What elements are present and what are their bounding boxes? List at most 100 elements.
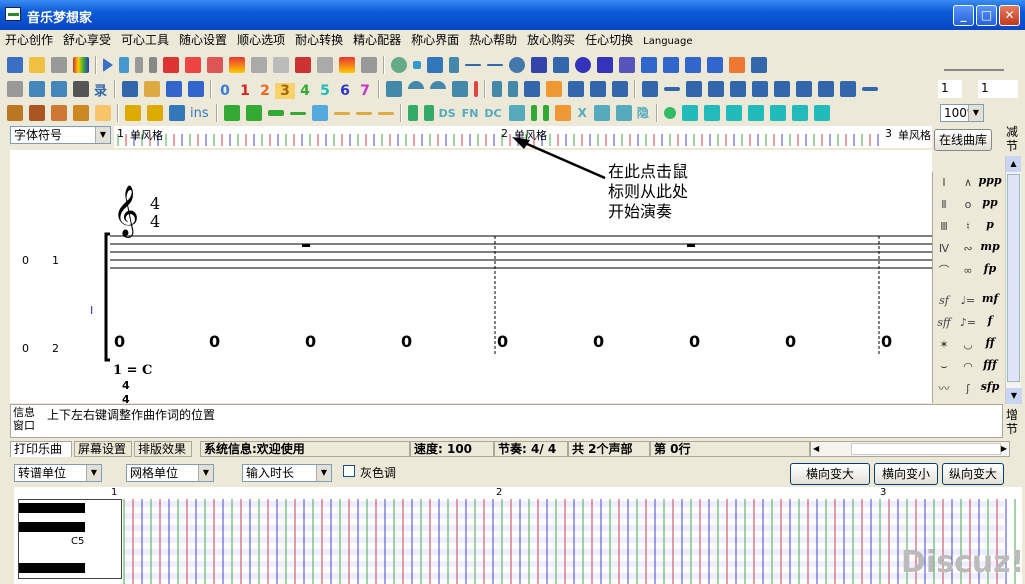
marker-icon[interactable] <box>251 57 267 73</box>
dash-orange3-icon[interactable] <box>377 112 394 115</box>
note-up-icon[interactable] <box>524 81 541 97</box>
teal-note2-icon[interactable] <box>703 105 720 121</box>
tremolo-icon[interactable]: ♮ <box>957 216 979 238</box>
tab-layout[interactable]: 排版效果 <box>134 441 192 457</box>
asterisk-icon[interactable] <box>95 105 111 121</box>
note-b-icon[interactable] <box>708 81 725 97</box>
input-length-select[interactable]: 输入时长 ▼ <box>242 464 332 482</box>
menu-item-create[interactable]: 开心创作 <box>0 30 58 50</box>
slur-small-icon[interactable]: ◡ <box>957 334 979 356</box>
h-shrink-button[interactable]: 横向变小 <box>874 463 938 485</box>
notes-icon[interactable] <box>166 81 183 97</box>
link-icon[interactable] <box>575 57 591 73</box>
cursor-icon[interactable] <box>7 81 23 97</box>
scroll-up-arrow[interactable]: ▲ <box>1006 156 1021 172</box>
double-bar-icon[interactable] <box>492 81 503 97</box>
flat-icon[interactable] <box>590 81 607 97</box>
font-symbol-select[interactable]: 字体符号 ▼ <box>10 126 111 144</box>
scroll-down-arrow[interactable]: ▼ <box>1006 388 1022 404</box>
dash-icon[interactable] <box>465 64 481 66</box>
percent2-icon[interactable] <box>554 105 571 121</box>
lyrics-icon[interactable] <box>122 81 139 97</box>
percent-icon[interactable] <box>546 81 563 97</box>
arc-icon[interactable] <box>391 57 407 73</box>
fermata-icon[interactable] <box>452 81 469 97</box>
teal-note3-icon[interactable] <box>725 105 742 121</box>
black-key[interactable] <box>19 563 85 573</box>
play-icon[interactable] <box>103 58 113 72</box>
record-button[interactable]: 录 <box>94 80 107 99</box>
teal-note6-icon[interactable] <box>791 105 808 121</box>
note-d-icon[interactable] <box>752 81 769 97</box>
teal-note-icon[interactable] <box>681 105 698 121</box>
chord-icon[interactable] <box>707 57 723 73</box>
cross-icon[interactable]: ✶ <box>933 334 955 356</box>
tab-screen-settings[interactable]: 屏幕设置 <box>74 441 132 457</box>
num-2[interactable]: 2 <box>255 83 275 99</box>
color-mark-icon[interactable] <box>229 57 245 73</box>
ds-button[interactable]: DS <box>439 107 456 120</box>
slur-icon[interactable] <box>408 81 425 89</box>
line-icon[interactable] <box>487 64 503 66</box>
wave-icon[interactable]: 〰 <box>933 378 955 400</box>
note-h-icon[interactable] <box>840 81 857 97</box>
mordent-icon[interactable]: ⌣ <box>933 356 955 378</box>
close-button[interactable]: ✕ <box>999 5 1020 26</box>
turn-icon[interactable]: ∾ <box>957 238 979 260</box>
menu-item-settings[interactable]: 随心设置 <box>174 30 232 50</box>
note-f-icon[interactable] <box>796 81 813 97</box>
marcato-icon[interactable]: ∧ <box>957 172 979 194</box>
crosshair-icon[interactable] <box>509 57 525 73</box>
h-expand-button[interactable]: 横向变大 <box>790 463 870 485</box>
roman-2-button[interactable]: Ⅱ <box>933 194 955 216</box>
beam-note-icon[interactable] <box>663 57 679 73</box>
num-3[interactable]: 3 <box>275 83 296 99</box>
num-123-icon[interactable] <box>311 105 328 121</box>
menu-item-enjoy[interactable]: 舒心享受 <box>58 30 116 50</box>
x-button[interactable]: X <box>578 106 587 120</box>
save-icon[interactable] <box>7 57 23 73</box>
quarter-note-icon[interactable] <box>642 81 659 97</box>
drum-icon[interactable] <box>7 105 23 121</box>
double-bar2-icon[interactable] <box>508 81 519 97</box>
dot-icon[interactable] <box>413 61 421 69</box>
num-1[interactable]: 1 <box>235 83 255 99</box>
step-icon[interactable] <box>119 57 129 73</box>
note-a-icon[interactable] <box>686 81 703 97</box>
num-4[interactable]: 4 <box>295 83 315 99</box>
upload-icon[interactable] <box>729 57 745 73</box>
pencil-icon[interactable] <box>144 81 161 97</box>
breath-icon[interactable]: ʃ <box>957 378 979 400</box>
v-expand-button[interactable]: 纵向变大 <box>942 463 1004 485</box>
text-a-icon[interactable] <box>531 57 547 73</box>
piano-roll[interactable]: 1 2 3 C5 Discuz! <box>14 487 1024 584</box>
scroll-left-arrow[interactable]: ◀ <box>813 442 819 456</box>
guitar-icon[interactable] <box>51 105 67 121</box>
move-icon[interactable] <box>29 81 45 97</box>
natural-icon[interactable] <box>612 81 629 97</box>
palette-icon[interactable] <box>73 57 89 73</box>
double-note-icon[interactable] <box>685 57 701 73</box>
spin-field-1[interactable]: 1 <box>938 80 962 98</box>
print-icon[interactable] <box>51 57 67 73</box>
bar-green-icon[interactable] <box>530 105 537 121</box>
green-dash-icon[interactable] <box>289 112 306 115</box>
menu-item-language[interactable]: Language <box>638 32 697 52</box>
chevron-down-icon[interactable] <box>449 57 459 73</box>
erase-icon[interactable] <box>207 57 223 73</box>
horizontal-scrollbar[interactable]: ◀ ▶ <box>810 441 1010 457</box>
increase-measure-button[interactable]: 增节 <box>1003 408 1021 436</box>
arrow-right-icon[interactable] <box>147 105 163 121</box>
h-scroll-thumb[interactable] <box>851 443 1001 455</box>
menu-item-options[interactable]: 顺心选项 <box>232 30 290 50</box>
slur2-icon[interactable] <box>430 81 447 89</box>
teal-note4-icon[interactable] <box>747 105 764 121</box>
repeat2-icon[interactable] <box>423 105 434 121</box>
dc-button[interactable]: DC <box>484 107 501 120</box>
harmonic-icon[interactable]: o <box>957 194 979 216</box>
slur-up-icon[interactable]: ◠ <box>957 356 979 378</box>
sf-button[interactable]: sf <box>933 290 955 312</box>
circle-icon[interactable] <box>663 107 676 119</box>
teal-note5-icon[interactable] <box>769 105 786 121</box>
dynamic-f[interactable]: f <box>978 314 1002 327</box>
